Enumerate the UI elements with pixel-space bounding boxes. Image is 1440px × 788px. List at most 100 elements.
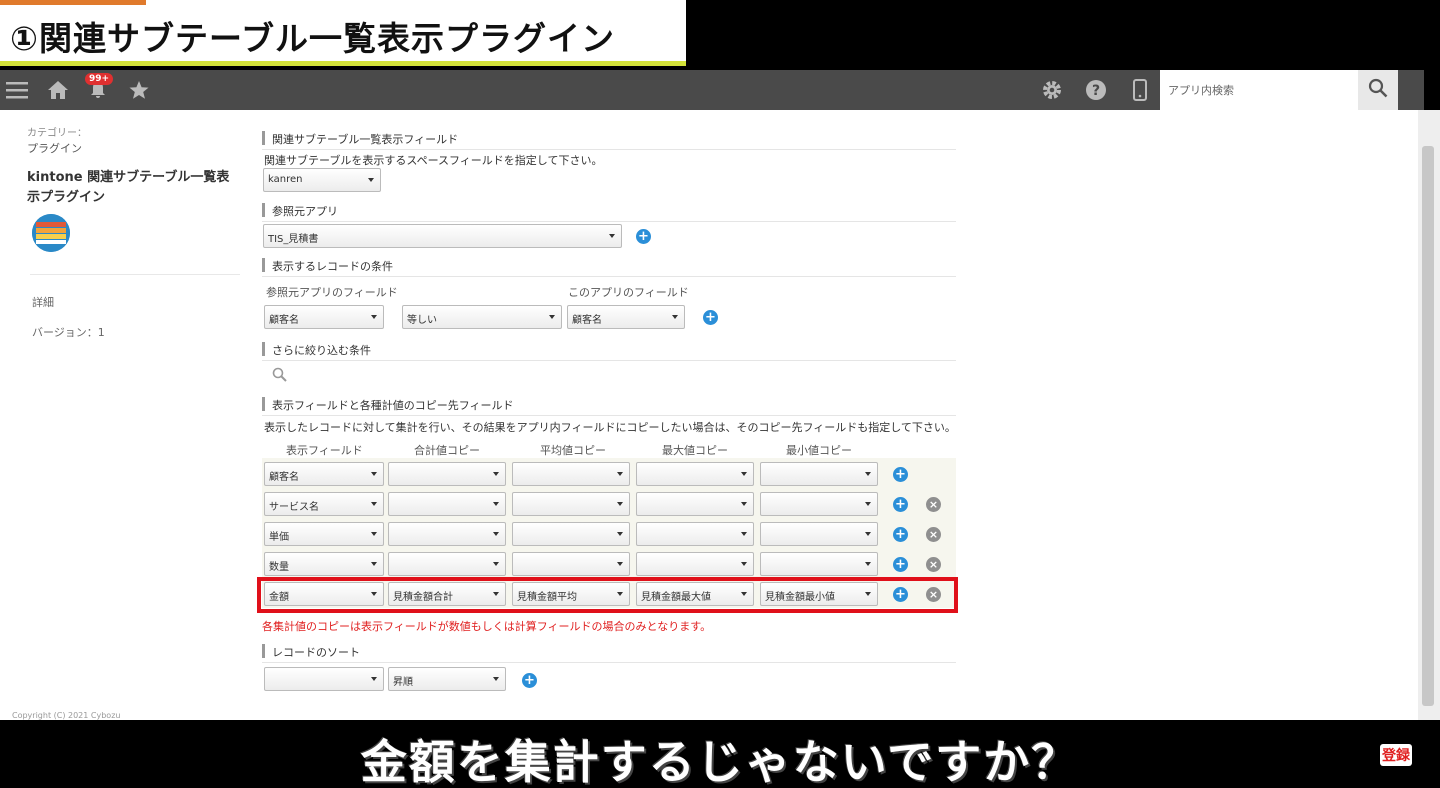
copy-field-select[interactable] [760,492,878,516]
source-app-select[interactable]: TIS_見積書 [263,224,622,248]
select-value: 数量 [269,562,289,573]
select-value: 顧客名 [269,472,299,483]
video-title: ①関連サブテーブル一覧表示プラグイン [10,19,615,58]
display-field-select[interactable]: 単価 [264,522,384,546]
select-value: 顧客名 [572,315,602,326]
detail-link[interactable]: 詳細 [32,294,54,310]
plugin-logo-icon [32,214,70,252]
copy-field-select[interactable] [388,522,506,546]
search-icon[interactable] [272,367,288,387]
add-icon[interactable]: + [522,673,537,688]
chevron-down-icon [371,472,377,476]
section-heading: レコードのソート [262,644,360,659]
chevron-down-icon [493,562,499,566]
plugin-title: kintone 関連サブテーブル一覧表示プラグイン [27,170,230,205]
space-field-select[interactable]: kanren [263,168,381,192]
copy-field-select[interactable] [636,552,754,576]
gear-icon[interactable] [1040,78,1064,102]
help-icon[interactable]: ? [1084,78,1108,102]
remove-row-icon[interactable]: × [926,557,941,572]
home-icon[interactable] [46,78,70,102]
version-label: バージョン：1 [32,326,105,339]
add-icon[interactable]: + [636,229,651,244]
display-field-select[interactable]: サービス名 [264,492,384,516]
this-field-select[interactable]: 顧客名 [567,305,685,329]
favorite-star-icon[interactable] [127,78,151,102]
app-search-input[interactable]: アプリ内検索 [1160,70,1358,110]
copy-field-select[interactable] [760,462,878,486]
category-label: カテゴリー： プラグイン [27,126,87,156]
chevron-down-icon [371,677,377,681]
header-edge [1398,70,1424,110]
copy-field-select[interactable] [760,552,878,576]
chevron-down-icon [741,472,747,476]
sort-order-select[interactable]: 昇順 [388,667,506,691]
aggregation-note: 各集計値のコピーは表示フィールドが数値もしくは計算フィールドの場合のみとなります… [262,620,712,633]
column-header: 平均値コピー [540,444,606,457]
source-field-select[interactable]: 顧客名 [264,305,384,329]
sort-field-select[interactable] [264,667,384,691]
add-row-icon[interactable]: + [893,557,908,572]
sidebar-divider [30,274,240,275]
mobile-icon[interactable] [1128,78,1152,102]
remove-row-icon[interactable]: × [926,497,941,512]
chevron-down-icon [865,502,871,506]
section-filter-conditions: さらに絞り込む条件 [262,337,956,361]
section-description: 関連サブテーブルを表示するスペースフィールドを指定して下さい。 [264,154,603,167]
highlight-box [257,577,958,613]
copy-field-select[interactable] [636,492,754,516]
section-record-sort: レコードのソート [262,639,956,663]
chevron-down-icon [865,472,871,476]
copy-field-select[interactable] [636,462,754,486]
add-row-icon[interactable]: + [893,497,908,512]
screen: ①関連サブテーブル一覧表示プラグイン ? 99+ アプリ内検索 カテゴリー： プ… [0,0,1440,788]
remove-row-icon[interactable]: × [926,527,941,542]
add-icon[interactable]: + [703,310,718,325]
select-value: TIS_見積書 [268,234,319,245]
section-source-app: 参照元アプリ [262,198,956,222]
chevron-down-icon [493,502,499,506]
chevron-down-icon [371,532,377,536]
copy-field-select[interactable] [636,522,754,546]
chevron-down-icon [741,532,747,536]
copy-field-select[interactable] [512,492,630,516]
copy-field-select[interactable] [388,462,506,486]
search-button[interactable] [1358,70,1398,110]
svg-text:?: ? [1092,83,1100,99]
category-value: プラグイン [27,142,82,155]
column-header: 最大値コピー [662,444,728,457]
copy-field-select[interactable] [512,462,630,486]
section-heading: 関連サブテーブル一覧表示フィールド [262,131,458,146]
select-value: 単価 [269,532,289,543]
column-header: 最小値コピー [786,444,852,457]
chevron-down-icon [617,532,623,536]
banner-accent [0,0,146,5]
channel-logo: 登録 [1380,744,1412,766]
copy-field-select[interactable] [760,522,878,546]
display-field-select[interactable]: 数量 [264,552,384,576]
select-value: 顧客名 [269,315,299,326]
source-field-column-label: 参照元アプリのフィールド [266,286,398,299]
copyright: Copyright (C) 2021 Cybozu [12,711,121,720]
display-field-select[interactable]: 顧客名 [264,462,384,486]
notification-badge: 99+ [85,73,114,85]
chevron-down-icon [368,178,374,182]
add-row-icon[interactable]: + [893,527,908,542]
copy-field-select[interactable] [388,552,506,576]
operator-select[interactable]: 等しい [402,305,562,329]
menu-icon[interactable] [5,78,29,102]
section-description: 表示したレコードに対して集計を行い、その結果をアプリ内フィールドにコピーしたい場… [264,421,956,434]
chevron-down-icon [493,472,499,476]
copy-field-select[interactable] [512,522,630,546]
chevron-down-icon [865,562,871,566]
section-heading: 参照元アプリ [262,203,338,218]
chevron-down-icon [371,562,377,566]
chevron-down-icon [617,472,623,476]
scrollbar-thumb[interactable] [1422,146,1434,706]
section-heading: 表示するレコードの条件 [262,258,393,273]
plugin-settings-page: カテゴリー： プラグイン kintone 関連サブテーブル一覧表示プラグイン 詳… [0,110,1418,720]
add-row-icon[interactable]: + [893,467,908,482]
copy-field-select[interactable] [388,492,506,516]
copy-field-select[interactable] [512,552,630,576]
column-header: 合計値コピー [414,444,480,457]
